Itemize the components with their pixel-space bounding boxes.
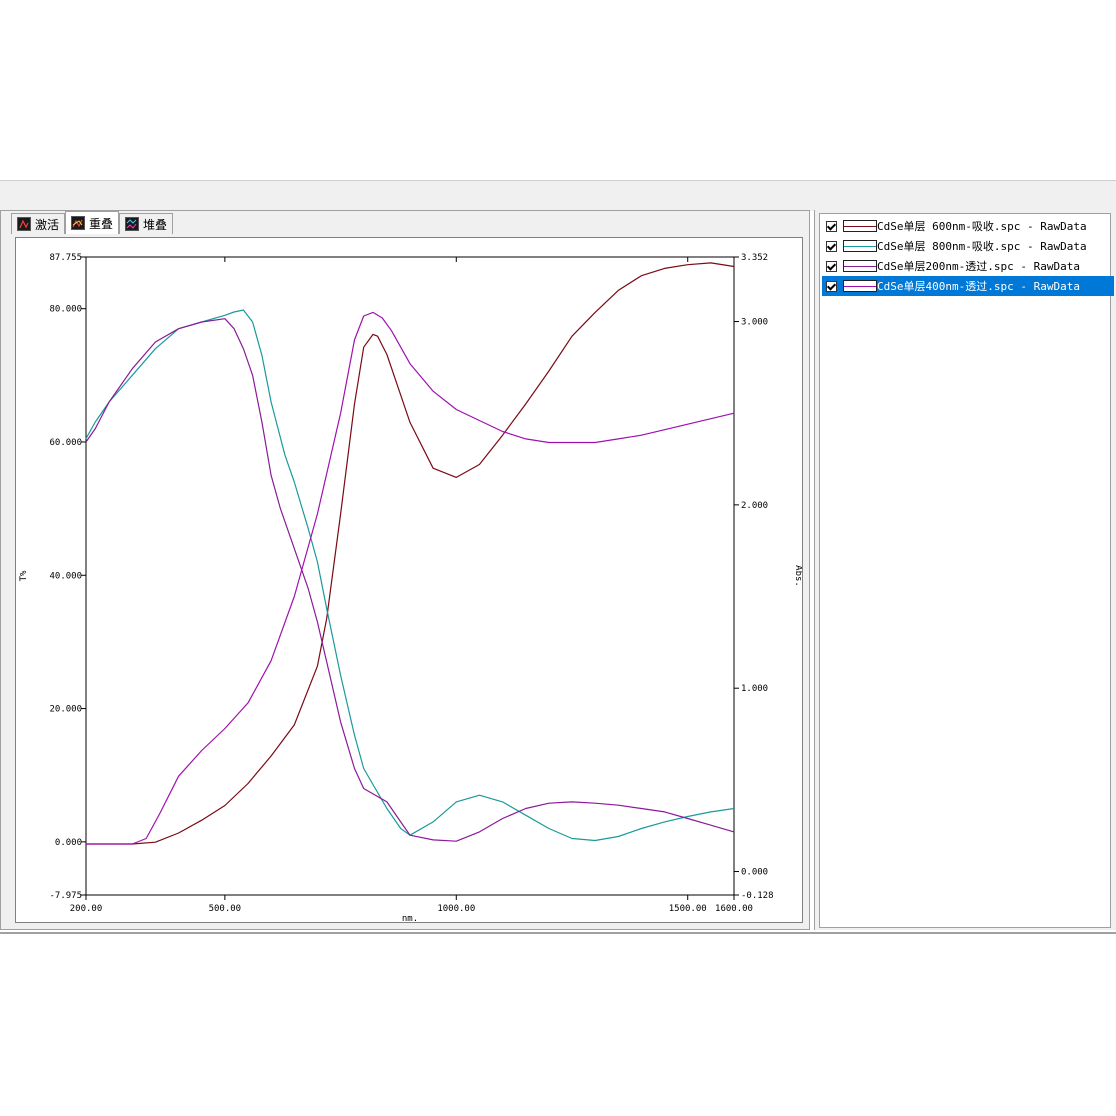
y-right-tick-label: 1.000 bbox=[741, 684, 768, 694]
y-right-tick-label: 2.000 bbox=[741, 501, 768, 511]
series-line-1 bbox=[86, 262, 735, 845]
legend-checkbox[interactable] bbox=[826, 240, 837, 252]
x-axis-label: nm. bbox=[402, 914, 418, 922]
x-tick-label: 500.00 bbox=[209, 904, 242, 914]
y-right-tick-label: 3.352 bbox=[741, 253, 768, 263]
legend-line-swatch bbox=[843, 260, 877, 272]
y-left-tick-label: 87.755 bbox=[49, 253, 82, 263]
stack-icon bbox=[125, 217, 140, 231]
spectrum-view-panel: 激活 重叠 堆叠 200.00 500.00 1000.00 1500.00 1600.… bbox=[0, 210, 810, 930]
spectrum-chart[interactable]: 200.00 500.00 1000.00 1500.00 1600.00 87.755 8… bbox=[16, 238, 803, 924]
tab-overlay[interactable]: 重叠 bbox=[65, 211, 120, 234]
legend-line-swatch bbox=[843, 280, 877, 292]
y-left-axis-label: T% bbox=[19, 570, 29, 581]
tab-stack[interactable]: 堆叠 bbox=[119, 213, 174, 234]
series-line-3 bbox=[85, 318, 735, 842]
legend-item[interactable]: CdSe单层 800nm-吸收.spc - RawData bbox=[822, 236, 1114, 256]
y-left-tick-label: 0.000 bbox=[55, 838, 82, 848]
y-left-tick-label: 60.000 bbox=[49, 438, 82, 448]
legend-checkbox[interactable] bbox=[826, 220, 837, 232]
series-line-2 bbox=[85, 309, 735, 842]
overlay-icon bbox=[71, 216, 86, 230]
pane-bottom-border bbox=[0, 932, 1116, 934]
y-left-tick-label: 80.000 bbox=[49, 305, 82, 315]
y-left-tick-label: 40.000 bbox=[49, 571, 82, 581]
activate-icon bbox=[17, 217, 31, 231]
x-tick-label: 1500.00 bbox=[669, 904, 707, 914]
legend-checkbox[interactable] bbox=[826, 260, 837, 272]
y-right-tick-label: 0.000 bbox=[741, 868, 768, 878]
x-tick-label: 200.00 bbox=[70, 904, 103, 914]
legend-item[interactable]: CdSe单层 600nm-吸收.spc - RawData bbox=[822, 216, 1114, 236]
tab-label: 堆叠 bbox=[143, 217, 168, 232]
legend-label: CdSe单层400nm-透过.spc - RawData bbox=[877, 280, 1080, 293]
legend-line-swatch bbox=[843, 240, 877, 252]
toolbar-band bbox=[0, 180, 1116, 211]
series-legend-list: CdSe单层 600nm-吸收.spc - RawData CdSe单层 800n… bbox=[819, 213, 1114, 928]
legend-checkbox[interactable] bbox=[826, 280, 837, 292]
plot-area-border bbox=[85, 256, 735, 896]
y-left-tick-label: -7.975 bbox=[49, 891, 82, 901]
tab-label: 激活 bbox=[35, 217, 60, 232]
legend-label: CdSe单层 600nm-吸收.spc - RawData bbox=[877, 220, 1087, 233]
legend-line-swatch bbox=[843, 220, 877, 232]
view-tabs: 激活 重叠 堆叠 bbox=[11, 211, 174, 235]
y-right-tick-label: -0.128 bbox=[741, 891, 774, 901]
legend-panel: CdSe单层 600nm-吸收.spc - RawData CdSe单层 800n… bbox=[814, 210, 1116, 930]
y-left-tick-label: 20.000 bbox=[49, 705, 82, 715]
legend-label: CdSe单层200nm-透过.spc - RawData bbox=[877, 260, 1080, 273]
series-line-4 bbox=[86, 311, 735, 845]
legend-label: CdSe单层 800nm-吸收.spc - RawData bbox=[877, 240, 1087, 253]
y-right-axis-label: Abs. bbox=[793, 565, 802, 587]
legend-item[interactable]: CdSe单层200nm-透过.spc - RawData bbox=[822, 256, 1114, 276]
tab-label: 重叠 bbox=[89, 216, 114, 231]
x-tick-label: 1000.00 bbox=[437, 904, 475, 914]
y-right-tick-label: 3.000 bbox=[741, 318, 768, 328]
tab-activate[interactable]: 激活 bbox=[11, 213, 66, 234]
spectrum-chart-frame: 200.00 500.00 1000.00 1500.00 1600.00 87.755 8… bbox=[15, 237, 803, 924]
x-tick-label: 1600.00 bbox=[715, 904, 753, 914]
legend-item[interactable]: CdSe单层400nm-透过.spc - RawData bbox=[822, 276, 1114, 296]
